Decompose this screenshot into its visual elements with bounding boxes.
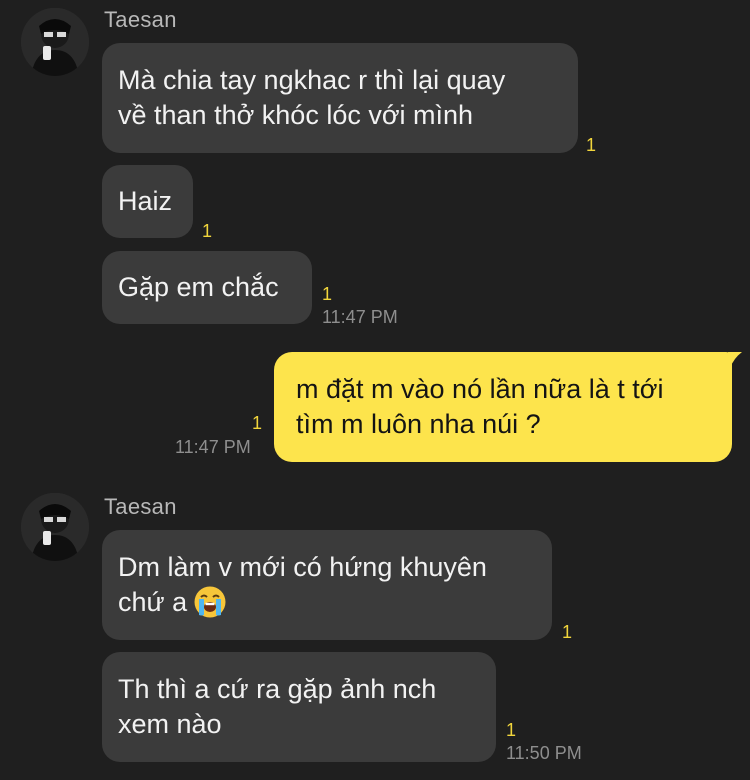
message-bubble[interactable]: Mà chia tay ngkhac r thì lại quay về tha… [102, 43, 578, 153]
message-text: Dm làm v mới có hứng khuyên chứ a [118, 550, 487, 620]
unread-count: 1 [252, 413, 263, 433]
my-message-bubble[interactable]: m đặt m vào nó lần nữa là t tới tìm m lu… [274, 352, 732, 462]
message-text: Th thì a cứ ra gặp ảnh nch xem nào [118, 674, 437, 739]
profile-photo-icon [21, 493, 89, 561]
profile-photo-icon [21, 8, 89, 76]
message-text: Haiz [118, 186, 173, 216]
unread-count: 1 [202, 221, 213, 241]
avatar[interactable] [21, 493, 89, 561]
timestamp: 11:47 PM [175, 437, 251, 457]
message-text-content: Dm làm v mới có hứng khuyên chứ a [118, 552, 487, 617]
unread-count: 1 [506, 720, 517, 740]
unread-count: 1 [586, 135, 597, 155]
sender-name: Taesan [104, 494, 177, 519]
message-bubble[interactable]: Haiz [102, 165, 193, 238]
message-text: Mà chia tay ngkhac r thì lại quay về tha… [118, 65, 506, 130]
loudly-crying-face-icon [194, 586, 226, 618]
timestamp: 11:47 PM [322, 307, 398, 327]
bubble-tail-icon [728, 352, 742, 368]
message-text: m đặt m vào nó lần nữa là t tới tìm m lu… [296, 374, 664, 439]
unread-count: 1 [322, 284, 333, 304]
message-bubble[interactable]: Dm làm v mới có hứng khuyên chứ a [102, 530, 552, 640]
chat-window: Taesan Mà chia tay ngkhac r thì lại quay… [0, 0, 750, 780]
unread-count: 1 [562, 622, 573, 642]
message-text: Gặp em chắc [118, 272, 279, 302]
message-bubble[interactable]: Gặp em chắc [102, 251, 312, 324]
message-bubble[interactable]: Th thì a cứ ra gặp ảnh nch xem nào [102, 652, 496, 762]
sender-name: Taesan [104, 7, 177, 32]
avatar[interactable] [21, 8, 89, 76]
timestamp: 11:50 PM [506, 743, 582, 763]
